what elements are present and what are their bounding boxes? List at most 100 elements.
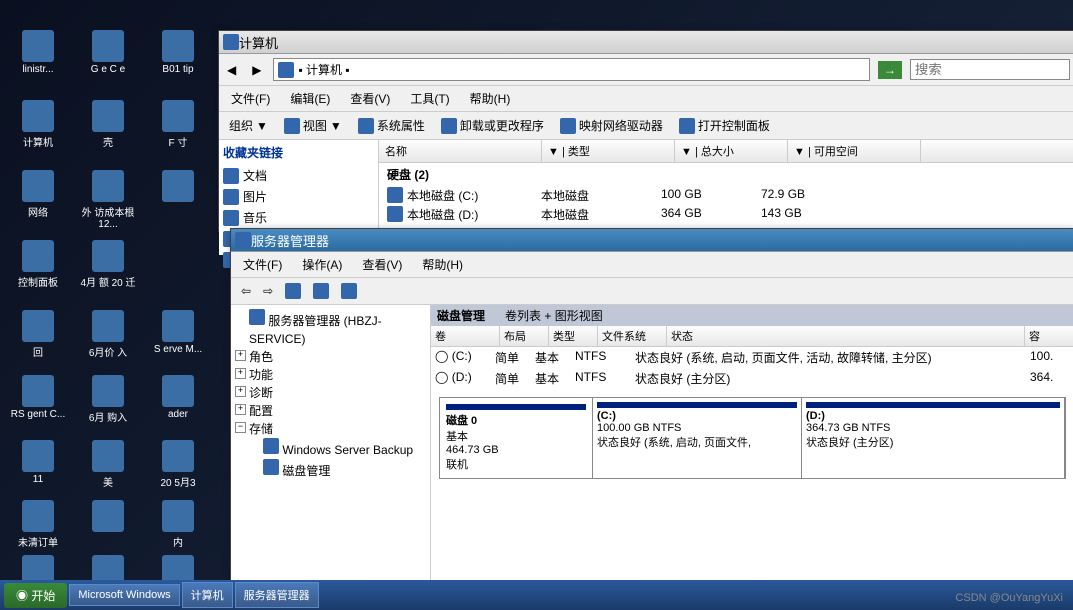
- desktop-icon[interactable]: 11: [8, 440, 68, 485]
- desktop-icon[interactable]: 计算机: [8, 100, 68, 149]
- desktop-icon[interactable]: linistr...: [8, 30, 68, 75]
- sysprops-button[interactable]: 系统属性: [354, 115, 429, 136]
- help-button[interactable]: [337, 281, 361, 301]
- column-headers[interactable]: 名称 ▼ | 类型 ▼ | 总大小 ▼ | 可用空间: [379, 140, 1073, 163]
- desktop-icon[interactable]: 6月 购入: [78, 375, 138, 424]
- help-icon: [341, 283, 357, 299]
- fwd-button[interactable]: ▶: [248, 61, 265, 79]
- desktop-icon[interactable]: 内: [148, 500, 208, 549]
- desktop-icon[interactable]: G e C e: [78, 30, 138, 75]
- tree-pane: 服务器管理器 (HBZJ-SERVICE) +角色 +功能 +诊断 +配置 −存…: [231, 305, 431, 591]
- tree-item[interactable]: 存储: [249, 422, 273, 436]
- menu-action[interactable]: 操作(A): [294, 254, 350, 275]
- expand-icon[interactable]: +: [235, 350, 246, 361]
- views-button[interactable]: 视图 ▼: [280, 115, 346, 136]
- window-title: 服务器管理器: [251, 231, 329, 250]
- window-title: 计算机: [239, 33, 278, 52]
- disk-map: 磁盘 0 基本 464.73 GB 联机 (C:) 100.00 GB NTFS…: [439, 397, 1066, 479]
- go-button[interactable]: →: [878, 61, 902, 79]
- fav-docs[interactable]: 文档: [223, 165, 374, 186]
- desktop-icon[interactable]: ader: [148, 375, 208, 420]
- menu-view[interactable]: 查看(V): [354, 254, 410, 275]
- taskbar-item[interactable]: Microsoft Windows: [69, 584, 179, 606]
- desktop-icon[interactable]: 网络: [8, 170, 68, 219]
- uninstall-button[interactable]: 卸载或更改程序: [437, 115, 548, 136]
- desktop-icon[interactable]: 回: [8, 310, 68, 359]
- disk-info[interactable]: 磁盘 0 基本 464.73 GB 联机: [440, 398, 593, 478]
- dm-columns[interactable]: 卷 布局 类型 文件系统 状态 容: [431, 326, 1073, 347]
- tree-item[interactable]: 诊断: [249, 386, 273, 400]
- tree-root[interactable]: 服务器管理器 (HBZJ-SERVICE): [235, 309, 426, 348]
- refresh-button[interactable]: [281, 281, 305, 301]
- cpanel-icon: [679, 118, 695, 134]
- taskbar-item[interactable]: 计算机: [182, 582, 233, 608]
- drive-icon: [387, 206, 403, 222]
- explorer-titlebar[interactable]: 计算机: [219, 31, 1073, 54]
- fav-music[interactable]: 音乐: [223, 207, 374, 228]
- tree-item[interactable]: 配置: [249, 404, 273, 418]
- fav-pics[interactable]: 图片: [223, 186, 374, 207]
- menu-view[interactable]: 查看(V): [342, 88, 398, 109]
- desktop[interactable]: (function(){ const d=JSON.parse(document…: [0, 0, 1073, 610]
- tree-item[interactable]: 角色: [249, 350, 273, 364]
- desktop-icon[interactable]: S erve M...: [148, 310, 208, 355]
- uninstall-icon: [441, 118, 457, 134]
- server-icon: [235, 232, 251, 248]
- desktop-icon[interactable]: 20 5月3: [148, 440, 208, 489]
- volume-row[interactable]: ◯ (D:) 简单 基本 NTFS 状态良好 (主分区) 364.: [431, 368, 1073, 389]
- desktop-icon[interactable]: [148, 170, 208, 204]
- partition-d[interactable]: (D:) 364.73 GB NTFS 状态良好 (主分区): [802, 398, 1065, 478]
- backup-icon: [263, 438, 279, 454]
- desktop-icon[interactable]: 美: [78, 440, 138, 489]
- menu-help[interactable]: 帮助(H): [414, 254, 471, 275]
- watermark: CSDN @OuYangYuXi: [955, 592, 1063, 604]
- expand-icon[interactable]: +: [235, 386, 246, 397]
- tree-item[interactable]: Windows Server Backup: [282, 443, 413, 457]
- tree-item[interactable]: 功能: [249, 368, 273, 382]
- desktop-icon[interactable]: 壳: [78, 100, 138, 149]
- volume-row[interactable]: ◯ (C:) 简单 基本 NTFS 状态良好 (系统, 启动, 页面文件, 活动…: [431, 347, 1073, 368]
- cpanel-button[interactable]: 打开控制面板: [675, 115, 774, 136]
- organize-button[interactable]: 组织 ▼: [225, 115, 272, 136]
- start-button[interactable]: ◉ 开始: [4, 583, 67, 608]
- explorer-window: 计算机 ◀ ▶ ▪ 计算机 ▪ → 文件(F) 编辑(E) 查看(V) 工具(T…: [218, 30, 1073, 232]
- back-button[interactable]: ◀: [223, 61, 240, 79]
- desktop-icon[interactable]: 外 访成本根 12...: [78, 170, 138, 230]
- desktop-icon[interactable]: 4月 额 20 迁: [78, 240, 138, 289]
- servermgr-titlebar[interactable]: 服务器管理器: [231, 229, 1073, 252]
- pics-icon: [223, 189, 239, 205]
- back-button[interactable]: ⇦: [237, 282, 255, 300]
- desktop-icon[interactable]: 6月价 入: [78, 310, 138, 359]
- desktop-icon[interactable]: [78, 500, 138, 534]
- taskbar-item[interactable]: 服务器管理器: [235, 582, 319, 608]
- network-icon: [560, 118, 576, 134]
- tree-item[interactable]: 磁盘管理: [282, 464, 330, 478]
- partition-c[interactable]: (C:) 100.00 GB NTFS 状态良好 (系统, 启动, 页面文件,: [593, 398, 802, 478]
- drive-row[interactable]: 本地磁盘 (D:)本地磁盘364 GB143 GB: [379, 205, 1073, 224]
- favorites-header: 收藏夹链接: [223, 144, 374, 161]
- expand-icon[interactable]: +: [235, 404, 246, 415]
- group-hdd[interactable]: 硬盘 (2): [379, 163, 1073, 186]
- address-bar[interactable]: ▪ 计算机 ▪: [273, 58, 870, 81]
- mapdrive-button[interactable]: 映射网络驱动器: [556, 115, 667, 136]
- search-input[interactable]: [910, 59, 1070, 80]
- desktop-icon[interactable]: B01 tip: [148, 30, 208, 75]
- tool-button[interactable]: [309, 281, 333, 301]
- menu-tools[interactable]: 工具(T): [402, 88, 457, 109]
- desktop-icon[interactable]: F 寸: [148, 100, 208, 149]
- desktop-icon[interactable]: RS gent C...: [8, 375, 68, 420]
- menu-edit[interactable]: 编辑(E): [282, 88, 338, 109]
- menu-file[interactable]: 文件(F): [223, 88, 278, 109]
- music-icon: [223, 210, 239, 226]
- menu-file[interactable]: 文件(F): [235, 254, 290, 275]
- menu-help[interactable]: 帮助(H): [462, 88, 519, 109]
- props-icon: [358, 118, 374, 134]
- expand-icon[interactable]: +: [235, 368, 246, 379]
- desktop-icon[interactable]: 未清订单: [8, 500, 68, 549]
- drive-row[interactable]: 本地磁盘 (C:)本地磁盘100 GB72.9 GB: [379, 186, 1073, 205]
- desktop-icon[interactable]: 控制面板: [8, 240, 68, 289]
- fwd-button[interactable]: ⇨: [259, 282, 277, 300]
- docs-icon: [223, 168, 239, 184]
- collapse-icon[interactable]: −: [235, 422, 246, 433]
- taskbar: ◉ 开始 Microsoft Windows 计算机 服务器管理器: [0, 580, 1073, 610]
